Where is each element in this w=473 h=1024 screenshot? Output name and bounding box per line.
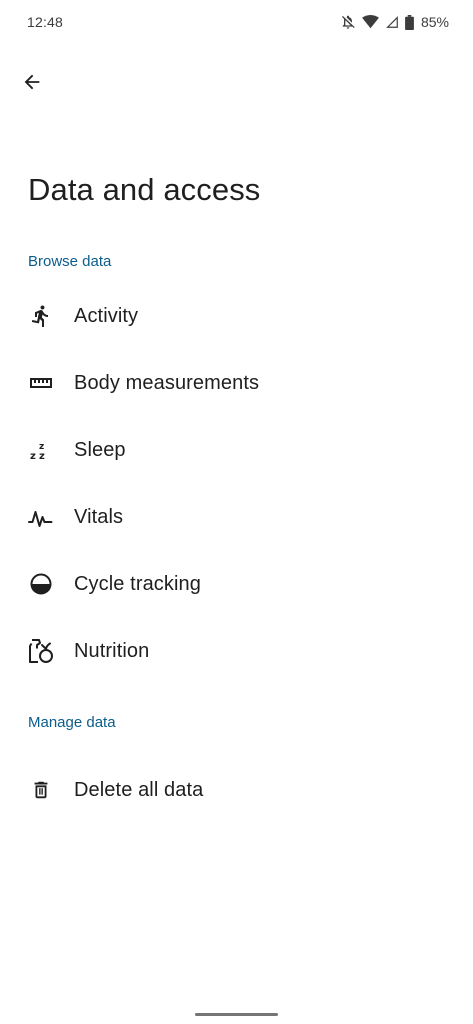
list-item-label: Delete all data <box>74 778 204 801</box>
list-item-activity[interactable]: Activity <box>0 285 473 347</box>
cell-signal-icon <box>385 15 399 29</box>
sleep-zzz-icon: z z z <box>27 436 55 464</box>
running-person-icon <box>27 302 55 330</box>
list-item-body-measurements[interactable]: Body measurements <box>0 352 473 414</box>
screen: 12:48 85% Data and access Browse data Ac… <box>0 0 473 1024</box>
list-item-cycle-tracking[interactable]: Cycle tracking <box>0 553 473 615</box>
battery-percent: 85% <box>420 14 449 30</box>
ruler-icon <box>27 369 55 397</box>
list-item-vitals[interactable]: Vitals <box>0 486 473 548</box>
nutrition-icon <box>27 637 55 665</box>
status-time: 12:48 <box>27 14 64 30</box>
back-button[interactable] <box>12 64 52 104</box>
home-gesture-bar[interactable] <box>195 1013 278 1016</box>
list-item-label: Activity <box>74 304 139 327</box>
notifications-off-icon <box>340 14 356 30</box>
section-header-browse-data: Browse data <box>28 253 112 270</box>
list-item-label: Sleep <box>74 438 126 461</box>
list-item-sleep[interactable]: z z z Sleep <box>0 419 473 481</box>
trash-icon <box>27 776 55 804</box>
svg-text:z: z <box>30 451 36 462</box>
section-header-manage-data: Manage data <box>28 714 116 731</box>
list-item-label: Body measurements <box>74 371 260 394</box>
arrow-back-icon <box>21 71 43 98</box>
status-bar: 12:48 85% <box>0 0 473 44</box>
wifi-icon <box>362 15 379 29</box>
vitals-pulse-icon <box>27 503 55 531</box>
svg-text:z: z <box>39 451 45 462</box>
list-item-label: Vitals <box>74 505 124 528</box>
list-item-label: Cycle tracking <box>74 572 201 595</box>
list-item-nutrition[interactable]: Nutrition <box>0 620 473 682</box>
list-item-delete-all-data[interactable]: Delete all data <box>0 759 473 821</box>
page-title: Data and access <box>28 172 261 207</box>
battery-icon <box>405 14 414 30</box>
half-circle-icon <box>27 570 55 598</box>
status-icons: 85% <box>340 14 449 30</box>
list-item-label: Nutrition <box>74 639 150 662</box>
